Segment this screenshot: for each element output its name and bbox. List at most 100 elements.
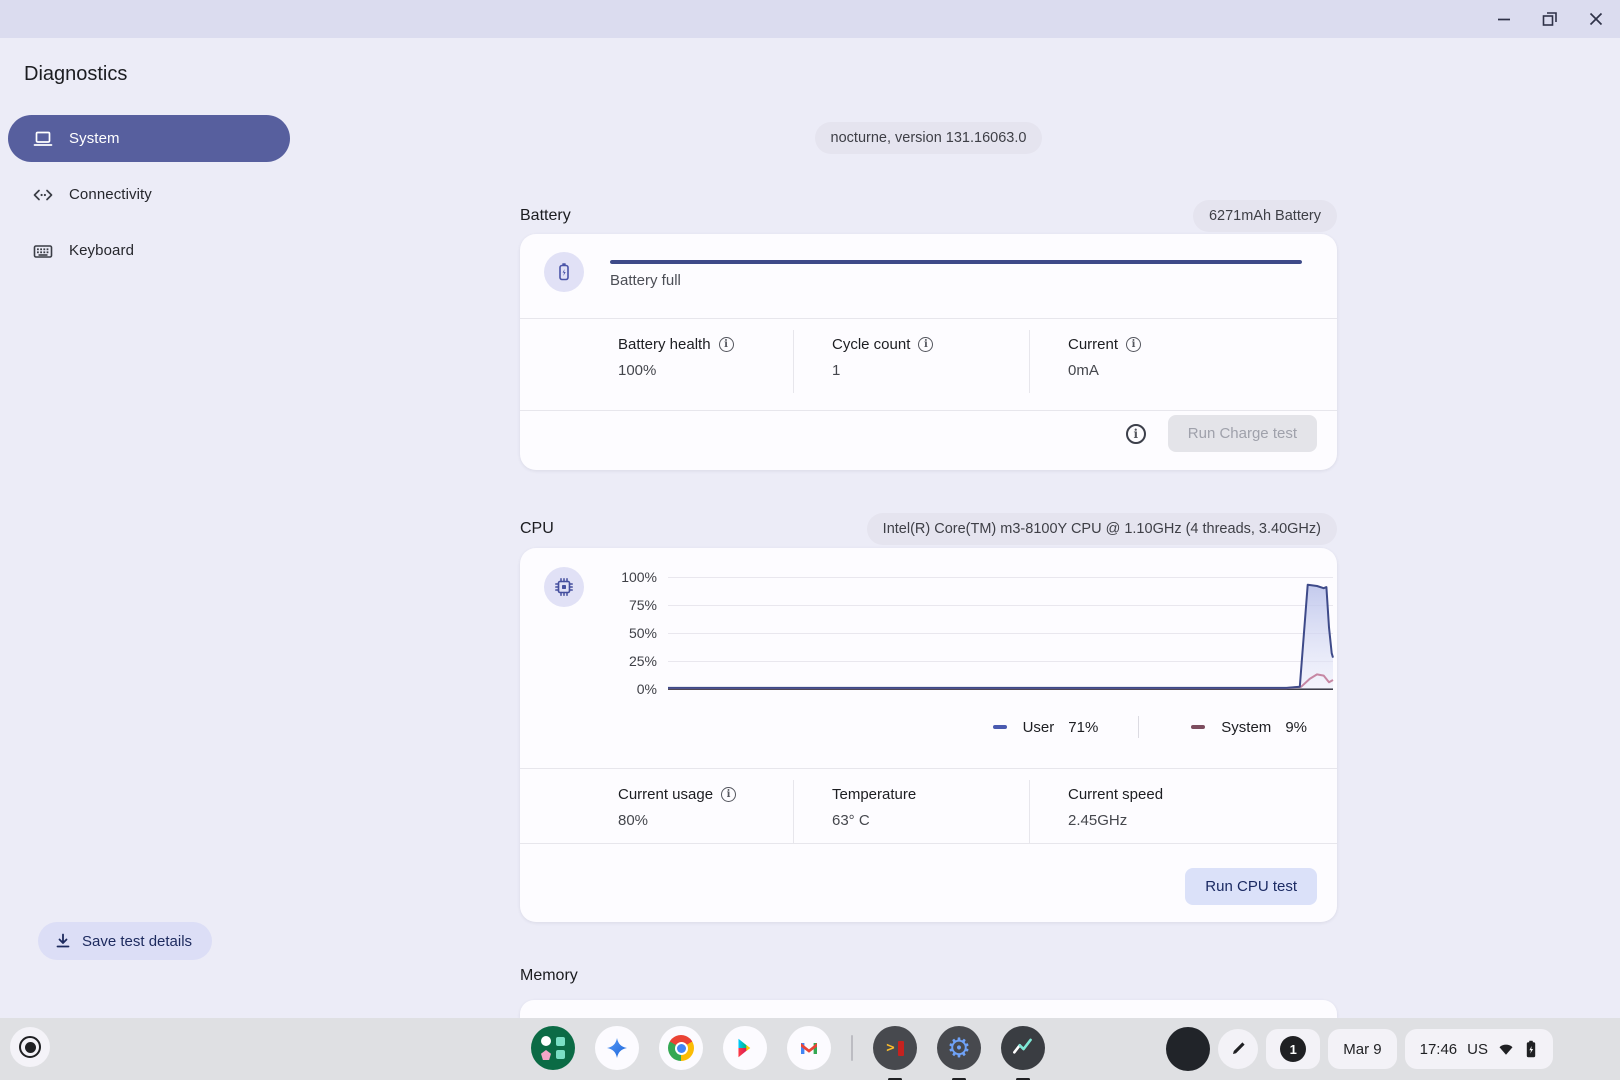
date-text: Mar 9 [1343, 1041, 1381, 1058]
cpu-stats-row: Current usage 80% Temperature 63° C Curr… [520, 780, 1337, 843]
save-button-label: Save test details [82, 933, 192, 950]
gmail-icon [797, 1036, 821, 1060]
sidebar: System Connectivity [8, 115, 290, 283]
date-pill[interactable]: Mar 9 [1328, 1029, 1396, 1069]
battery-status-icon [1524, 1040, 1538, 1058]
info-icon[interactable] [721, 787, 736, 802]
current-speed-stat: Current speed 2.45GHz [1029, 780, 1337, 843]
shelf: > ⚙ 1 Mar 9 [0, 1018, 1620, 1080]
y-tick: 75% [580, 597, 657, 613]
sidebar-item-label: Connectivity [69, 186, 152, 203]
restore-button[interactable] [1538, 7, 1562, 31]
stat-label: Current usage [618, 786, 713, 803]
stat-label: Battery health [618, 336, 711, 353]
info-icon[interactable] [1126, 337, 1141, 352]
legend-label: User [1023, 719, 1055, 736]
stat-value: 1 [832, 362, 1029, 379]
cpu-section-title: CPU [520, 520, 554, 538]
cpu-chart-legend: User 71% System 9% [520, 710, 1307, 744]
memory-card [520, 1000, 1337, 1018]
current-usage-stat: Current usage 80% [618, 780, 793, 843]
app-gemini[interactable] [595, 1026, 639, 1070]
wifi-icon [1498, 1042, 1514, 1056]
legend-value: 9% [1285, 719, 1307, 736]
run-charge-test-button[interactable]: Run Charge test [1168, 415, 1317, 452]
run-cpu-test-button[interactable]: Run CPU test [1185, 868, 1317, 905]
launcher-icon [19, 1036, 41, 1058]
stat-label: Current speed [1068, 786, 1163, 803]
user-legend-dash-icon [993, 725, 1007, 729]
current-stat: Current 0mA [1029, 330, 1337, 393]
stat-value: 2.45GHz [1068, 812, 1337, 829]
battery-icon [544, 252, 584, 292]
y-tick: 25% [580, 653, 657, 669]
launcher-button[interactable] [10, 1027, 50, 1067]
app-google-shapes[interactable] [531, 1026, 575, 1070]
page-title: Diagnostics [24, 63, 127, 86]
cpu-card: 100% 75% 50% 25% 0% [520, 548, 1337, 922]
gemini-sparkle-icon [605, 1036, 629, 1060]
status-area: 1 Mar 9 17:46 US [1166, 1018, 1553, 1080]
stat-label: Cycle count [832, 336, 910, 353]
battery-health-stat: Battery health 100% [618, 330, 793, 393]
sidebar-item-label: Keyboard [69, 242, 134, 259]
laptop-icon [31, 127, 55, 151]
notification-counter[interactable]: 1 [1266, 1029, 1320, 1069]
window-titlebar [0, 0, 1620, 38]
shelf-separator [851, 1035, 853, 1061]
stat-value: 63° C [832, 812, 1029, 829]
battery-capacity-badge: 6271mAh Battery [1193, 200, 1337, 232]
app-diagnostics[interactable] [1001, 1026, 1045, 1070]
stylus-tools-button[interactable] [1218, 1029, 1258, 1069]
cpu-icon [544, 567, 584, 607]
legend-user: User 71% [993, 719, 1099, 736]
system-tray[interactable]: 17:46 US [1405, 1029, 1553, 1069]
y-tick: 50% [580, 625, 657, 641]
avatar[interactable] [1166, 1027, 1210, 1071]
minimize-icon [1496, 11, 1512, 27]
restore-icon [1542, 11, 1558, 27]
terminal-icon: > [886, 1040, 903, 1056]
stat-label: Temperature [832, 786, 916, 803]
memory-section-title: Memory [520, 967, 578, 985]
sidebar-item-connectivity[interactable]: Connectivity [8, 171, 290, 218]
user-series-area [668, 585, 1333, 689]
notification-count-badge: 1 [1280, 1036, 1306, 1062]
app-gmail[interactable] [787, 1026, 831, 1070]
cpu-usage-chart [668, 577, 1333, 689]
stat-label: Current [1068, 336, 1118, 353]
cpu-chart-svg [668, 577, 1333, 689]
keyboard-layout-text: US [1467, 1041, 1488, 1058]
play-store-icon [733, 1036, 757, 1060]
battery-charge-fill [610, 260, 1302, 264]
stat-value: 100% [618, 362, 793, 379]
minimize-button[interactable] [1492, 7, 1516, 31]
battery-status-text: Battery full [610, 272, 681, 289]
system-legend-dash-icon [1191, 725, 1205, 729]
battery-stats-row: Battery health 100% Cycle count 1 Curren… [520, 330, 1337, 393]
info-icon[interactable] [719, 337, 734, 352]
chrome-icon [668, 1035, 694, 1061]
close-icon [1588, 11, 1604, 27]
stylus-pen-icon [1229, 1040, 1247, 1058]
user-series-line [668, 585, 1333, 688]
app-terminal[interactable]: > [873, 1026, 917, 1070]
charge-test-info-icon[interactable] [1126, 424, 1146, 444]
keyboard-icon [31, 239, 55, 263]
temperature-stat: Temperature 63° C [793, 780, 1029, 843]
legend-label: System [1221, 719, 1271, 736]
info-icon[interactable] [918, 337, 933, 352]
app-play-store[interactable] [723, 1026, 767, 1070]
system-series-line [668, 674, 1333, 688]
app-settings[interactable]: ⚙ [937, 1026, 981, 1070]
sidebar-item-keyboard[interactable]: Keyboard [8, 227, 290, 274]
google-shapes-app-icon [531, 1026, 575, 1070]
save-test-details-button[interactable]: Save test details [38, 922, 212, 960]
sidebar-item-system[interactable]: System [8, 115, 290, 162]
diagnostics-activity-icon [1010, 1035, 1036, 1061]
battery-card: Battery full Battery health 100% Cycle c… [520, 234, 1337, 470]
close-button[interactable] [1584, 7, 1608, 31]
y-tick: 0% [580, 681, 657, 697]
app-chrome[interactable] [659, 1026, 703, 1070]
legend-value: 71% [1068, 719, 1098, 736]
